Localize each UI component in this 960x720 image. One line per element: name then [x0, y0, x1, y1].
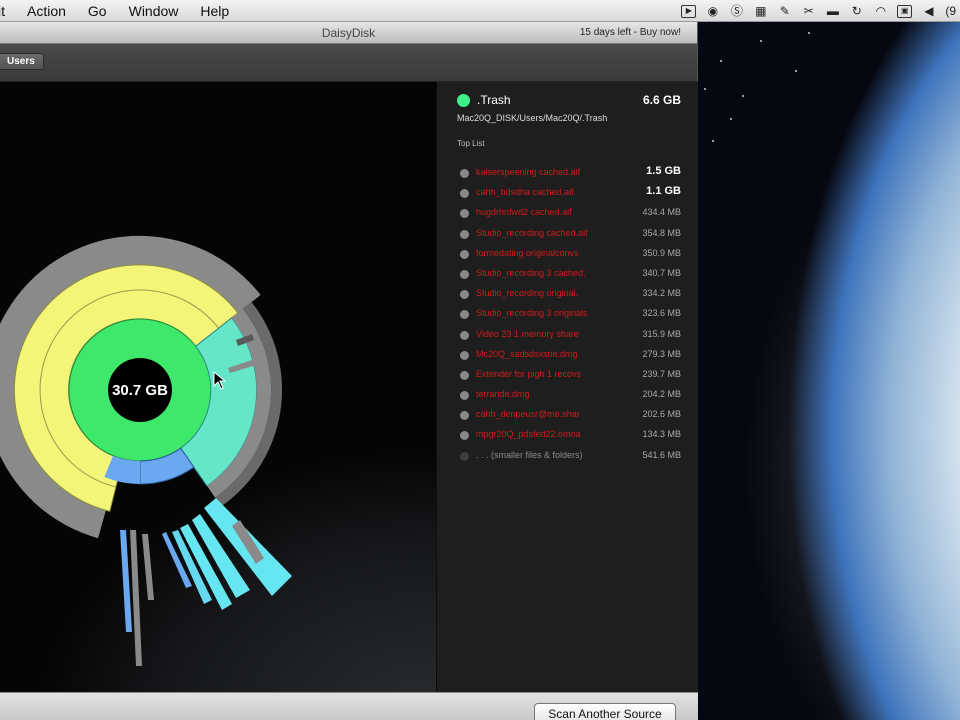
sunburst-chart-pane[interactable]: 30.7 GB	[0, 82, 436, 692]
file-dot-icon	[460, 370, 469, 380]
file-dot-icon	[460, 249, 469, 259]
list-item[interactable]: Mc20Q_sadsdsxsrie.dmg 279.3 MB	[459, 346, 683, 366]
file-name: terrande.dmg	[476, 389, 530, 400]
menu-extras: ▶ ◉ Ⓢ ▦ ✎ ✂ ▬ ↻ ◠ ▣ ◀ (9	[681, 0, 960, 22]
menu-help[interactable]: Help	[189, 0, 240, 22]
list-item-smaller-files[interactable]: . . . (smaller files & folders) 541.6 MB	[459, 447, 683, 467]
selected-path: Mac20Q_DISK/Users/Mac20Q/.Trash	[457, 113, 608, 123]
selected-dot-icon	[457, 94, 470, 107]
file-name: Studio_recording 3 originals	[476, 308, 588, 319]
file-size: 315.9 MB	[642, 328, 681, 339]
file-size: 354.8 MB	[642, 227, 681, 238]
selected-size: 6.6 GB	[642, 93, 681, 107]
scan-another-source-button[interactable]: Scan Another Source	[534, 703, 676, 720]
file-size: 279.3 MB	[642, 348, 681, 359]
file-name: cahh_bdsdha cached.aif	[476, 187, 574, 198]
calendar-icon[interactable]: ▦	[753, 4, 768, 18]
volume-icon[interactable]: ◀	[921, 4, 936, 18]
file-name: Extender for pigh 1 recovs	[476, 368, 582, 379]
battery-text[interactable]: (9	[945, 4, 956, 18]
tools-icon[interactable]: ✂	[801, 4, 816, 18]
file-size: 334.2 MB	[642, 288, 681, 299]
file-name: Studio_recording original.	[476, 288, 579, 299]
file-dot-icon	[460, 229, 469, 239]
file-name: formedating originalconvs	[476, 247, 579, 258]
menu-action[interactable]: Action	[16, 0, 77, 22]
top-list-heading: Top List	[457, 139, 485, 148]
screen-icon[interactable]: ▣	[897, 4, 913, 18]
file-dot-icon	[460, 269, 469, 279]
file-dot-icon	[460, 451, 469, 461]
menu-go[interactable]: Go	[77, 0, 118, 22]
file-size: 202.6 MB	[642, 409, 681, 420]
file-name: Studio_recording 3 cached.	[476, 267, 586, 278]
file-size: 541.6 MB	[642, 449, 681, 460]
file-size: 434.4 MB	[642, 207, 681, 218]
menu-window[interactable]: Window	[118, 0, 190, 22]
file-name: cahh_denpeusr@me.shar	[476, 409, 580, 420]
file-size: 1.1 GB	[646, 185, 681, 198]
sync-icon[interactable]: ◉	[705, 4, 720, 18]
file-size: 134.3 MB	[642, 429, 681, 440]
daisydisk-window: DaisyDisk 15 days left - Buy now! Users	[0, 22, 698, 720]
info-pane: .Trash 6.6 GB Mac20Q_DISK/Users/Mac20Q/.…	[436, 82, 698, 692]
window-titlebar[interactable]: DaisyDisk 15 days left - Buy now!	[0, 22, 697, 44]
file-size: 323.6 MB	[642, 308, 681, 319]
file-size: 1.5 GB	[646, 165, 681, 177]
list-item[interactable]: kaiserspeening cached.aif 1.5 GB	[459, 164, 683, 184]
list-item[interactable]: Studio_recording original. 334.2 MB	[459, 285, 683, 305]
selected-item-row[interactable]: .Trash 6.6 GB	[457, 92, 681, 110]
file-dot-icon	[460, 350, 469, 360]
top-list: kaiserspeening cached.aif 1.5 GB cahh_bds…	[459, 164, 683, 467]
evernote-icon[interactable]: ✎	[777, 4, 792, 18]
window-toolbar: Users	[0, 44, 697, 82]
breadcrumb-users[interactable]: Users	[0, 53, 44, 70]
file-name: . . . (smaller files & folders)	[476, 449, 583, 460]
list-item[interactable]: formedating originalconvs 350.9 MB	[459, 245, 683, 265]
printer-icon[interactable]: ▬	[825, 4, 840, 18]
file-size: 239.7 MB	[642, 368, 681, 379]
file-dot-icon	[460, 330, 469, 340]
list-item[interactable]: hugdrhnfwd2 cached.aif 434.4 MB	[459, 204, 683, 224]
file-dot-icon	[460, 290, 469, 300]
file-name: Mc20Q_sadsdsxsrie.dmg	[476, 348, 578, 359]
main-area: 30.7 GB .Trash 6.6 GB Mac20Q_DISK/Users/…	[0, 82, 698, 692]
menu-edit[interactable]: it	[0, 0, 16, 22]
trial-notice-link[interactable]: 15 days left - Buy now!	[580, 22, 681, 44]
list-item[interactable]: Studio_recording 3 originals 323.6 MB	[459, 305, 683, 325]
center-size-label: 30.7 GB	[112, 382, 168, 399]
file-size: 204.2 MB	[642, 389, 681, 400]
file-dot-icon	[460, 169, 469, 178]
window-bottom-bar: Scan Another Source	[0, 692, 698, 720]
monitor-icon[interactable]: ▶	[681, 4, 697, 18]
file-dot-icon	[460, 209, 469, 219]
wifi-icon[interactable]: ◠	[873, 4, 888, 18]
file-name: hugdrhnfwd2 cached.aif	[476, 207, 572, 218]
selected-name: .Trash	[477, 93, 511, 107]
timemachine-icon[interactable]: ↻	[849, 4, 864, 18]
file-dot-icon	[460, 189, 469, 199]
file-dot-icon	[460, 411, 469, 421]
file-name: kaiserspeening cached.aif	[476, 167, 581, 177]
menu-bar: it Action Go Window Help ▶ ◉ Ⓢ ▦ ✎ ✂ ▬ ↻…	[0, 0, 960, 22]
list-item[interactable]: Studio_recording 3 cached. 340.7 MB	[459, 265, 683, 285]
sunburst-chart[interactable]: 30.7 GB	[0, 82, 436, 692]
list-item[interactable]: mpgr20Q_pdsfed22.omoa 134.3 MB	[459, 426, 683, 446]
file-name: Video 23 1 memory share	[476, 328, 579, 339]
file-name: mpgr20Q_pdsfed22.omoa	[476, 429, 581, 440]
file-size: 340.7 MB	[642, 267, 681, 278]
list-item[interactable]: cahh_denpeusr@me.shar 202.6 MB	[459, 406, 683, 426]
file-size: 350.9 MB	[642, 247, 681, 258]
file-dot-icon	[460, 391, 469, 401]
list-item[interactable]: Video 23 1 memory share 315.9 MB	[459, 326, 683, 346]
file-name: Studio_recording cached.aif	[476, 227, 588, 238]
list-item[interactable]: Extender for pigh 1 recovs 239.7 MB	[459, 366, 683, 386]
skype-icon[interactable]: Ⓢ	[729, 4, 744, 18]
list-item[interactable]: Studio_recording cached.aif 354.8 MB	[459, 225, 683, 245]
list-item[interactable]: terrande.dmg 204.2 MB	[459, 386, 683, 406]
file-dot-icon	[460, 310, 469, 320]
list-item[interactable]: cahh_bdsdha cached.aif 1.1 GB	[459, 184, 683, 204]
file-dot-icon	[460, 431, 469, 441]
